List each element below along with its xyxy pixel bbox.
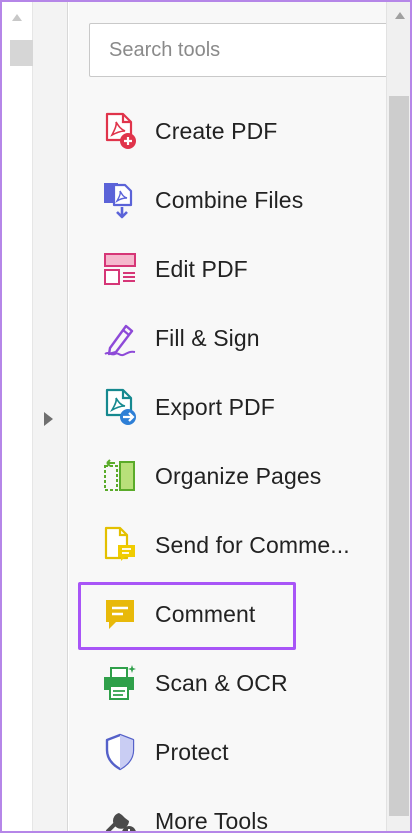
tool-label: Organize Pages	[155, 462, 322, 489]
scan-ocr-icon	[101, 663, 139, 703]
tool-label: Comment	[155, 600, 256, 627]
tool-edit-pdf[interactable]: Edit PDF	[101, 247, 381, 291]
tool-more-tools[interactable]: More Tools	[101, 799, 381, 833]
tool-label: Edit PDF	[155, 255, 248, 282]
left-scrollbar[interactable]	[2, 2, 34, 831]
scroll-up-arrow-icon[interactable]	[395, 12, 405, 19]
search-tools-input[interactable]	[89, 23, 389, 77]
tool-label: More Tools	[155, 807, 269, 833]
tool-label: Create PDF	[155, 117, 278, 144]
tool-protect[interactable]: Protect	[101, 730, 381, 774]
scroll-up-arrow-icon[interactable]	[12, 14, 22, 21]
right-scrollbar[interactable]	[386, 2, 410, 831]
export-pdf-icon	[101, 387, 139, 427]
tool-label: Combine Files	[155, 186, 304, 213]
expand-arrow-icon[interactable]	[44, 412, 53, 426]
scrollbar-thumb[interactable]	[10, 40, 34, 66]
combine-files-icon	[101, 180, 139, 220]
tool-label: Send for Comme...	[155, 531, 350, 558]
tool-combine-files[interactable]: Combine Files	[101, 178, 381, 222]
tools-pane: Create PDF Combine Files Edit PDF	[69, 2, 389, 833]
more-tools-icon	[101, 801, 139, 833]
tools-pane-collapse-strip	[33, 2, 68, 831]
fill-sign-icon	[101, 318, 139, 358]
edit-pdf-icon	[101, 249, 139, 289]
tool-scan-ocr[interactable]: Scan & OCR	[101, 661, 381, 705]
tool-label: Protect	[155, 738, 229, 765]
tool-label: Fill & Sign	[155, 324, 260, 351]
protect-icon	[101, 732, 139, 772]
send-for-comment-icon	[101, 525, 139, 565]
tool-label: Scan & OCR	[155, 669, 288, 696]
create-pdf-icon	[101, 111, 139, 151]
scrollbar-thumb[interactable]	[389, 96, 409, 816]
tool-organize-pages[interactable]: Organize Pages	[101, 454, 381, 498]
tool-fill-sign[interactable]: Fill & Sign	[101, 316, 381, 360]
tool-label: Export PDF	[155, 393, 275, 420]
tool-comment[interactable]: Comment	[101, 592, 381, 636]
tool-create-pdf[interactable]: Create PDF	[101, 109, 381, 153]
organize-pages-icon	[101, 456, 139, 496]
tool-export-pdf[interactable]: Export PDF	[101, 385, 381, 429]
comment-icon	[101, 594, 139, 634]
tool-send-for-comments[interactable]: Send for Comme...	[101, 523, 381, 567]
